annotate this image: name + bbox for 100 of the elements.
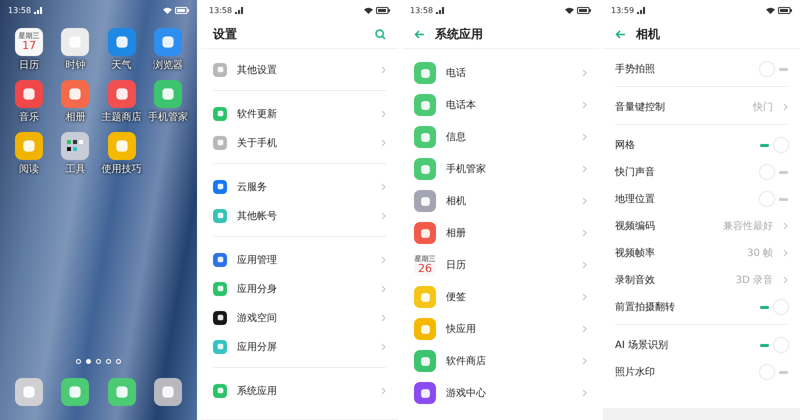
status-time: 13:58 <box>209 6 232 14</box>
chevron-icon <box>582 357 587 365</box>
chevron-icon <box>582 133 587 141</box>
setting-label: 录制音效 <box>615 274 656 286</box>
back-arrow-icon[interactable] <box>414 30 425 38</box>
setting-label: 照片水印 <box>615 366 656 378</box>
chevron-icon <box>381 138 386 146</box>
app-label: 日历 <box>19 59 40 72</box>
list-item[interactable]: 关于手机 <box>213 128 386 157</box>
toggle-switch[interactable] <box>760 192 788 206</box>
page-dot[interactable] <box>96 359 101 364</box>
search-icon[interactable] <box>375 28 386 40</box>
app-icon[interactable] <box>154 378 182 406</box>
list-item[interactable]: 相册 <box>414 217 587 249</box>
battery-icon <box>577 6 591 14</box>
battery-icon <box>175 6 189 14</box>
chevron-icon <box>381 256 386 264</box>
wifi-icon <box>565 6 574 14</box>
chevron-icon <box>381 386 386 394</box>
status-time: 13:58 <box>8 6 32 14</box>
chevron-icon <box>783 102 788 110</box>
chevron-icon <box>381 182 386 190</box>
list-item[interactable]: 电话 <box>414 57 587 89</box>
setting-label: 地理位置 <box>615 192 656 206</box>
list-item[interactable]: 软件更新 <box>213 99 386 128</box>
status-time: 13:59 <box>611 6 634 14</box>
list-item[interactable]: 手机管家 <box>414 153 587 185</box>
app-label: 主题商店 <box>102 110 142 124</box>
setting-label: 视频编码 <box>615 220 656 232</box>
folder-icon[interactable] <box>61 132 90 160</box>
setting-label: 音量键控制 <box>615 100 666 114</box>
chevron-icon <box>381 110 386 118</box>
page-title: 系统应用 <box>435 26 484 42</box>
list-item[interactable]: 系统应用 <box>213 376 386 405</box>
toggle-switch[interactable] <box>760 62 788 76</box>
app-label: 时钟 <box>65 58 86 72</box>
app-icon[interactable] <box>213 310 227 324</box>
list-item[interactable]: 云服务 <box>213 172 386 201</box>
list-item[interactable]: 游戏中心 <box>414 377 587 409</box>
list-item[interactable]: 应用分身 <box>213 274 386 303</box>
setting-label: 手势拍照 <box>615 62 656 76</box>
toggle-switch[interactable] <box>760 164 788 178</box>
toggle-switch[interactable] <box>760 138 788 152</box>
setting-label: AI 场景识别 <box>615 338 669 352</box>
page-dot[interactable] <box>116 359 121 364</box>
app-label: 阅读 <box>19 162 40 176</box>
list-item[interactable]: 快应用 <box>414 313 587 345</box>
app-label: 浏览器 <box>152 58 183 72</box>
app-label: 工具 <box>65 163 86 176</box>
app-label: 相册 <box>65 110 86 124</box>
signal-icon <box>34 6 44 14</box>
chevron-icon <box>381 342 386 350</box>
chevron-icon <box>783 276 788 284</box>
toggle-switch[interactable] <box>760 364 788 378</box>
list-item[interactable]: 软件商店 <box>414 345 587 377</box>
list-item[interactable]: 应用分屏 <box>213 332 386 361</box>
app-label: 音乐 <box>19 110 40 124</box>
chevron-icon <box>582 69 587 77</box>
wifi-icon <box>766 6 775 14</box>
setting-label: 网格 <box>615 138 636 152</box>
back-arrow-icon[interactable] <box>615 30 626 38</box>
chevron-icon <box>381 314 386 322</box>
list-item[interactable]: 相机 <box>414 185 587 217</box>
chevron-icon <box>582 293 587 301</box>
wifi-icon <box>163 6 172 14</box>
chevron-icon <box>582 101 587 109</box>
list-item[interactable]: 应用管理 <box>213 245 386 274</box>
page-dot[interactable] <box>106 359 111 364</box>
list-item[interactable]: 其他帐号 <box>213 201 386 230</box>
signal-icon <box>436 6 446 14</box>
battery-icon <box>778 6 792 14</box>
list-item[interactable]: 电话本 <box>414 89 587 121</box>
toggle-switch[interactable] <box>760 338 788 352</box>
page-title: 设置 <box>213 26 238 42</box>
list-item[interactable]: 游戏空间 <box>213 303 386 332</box>
setting-label: 快门声音 <box>615 166 656 178</box>
setting-label: 前置拍摄翻转 <box>615 300 676 314</box>
signal-icon <box>235 6 246 14</box>
app-label: 使用技巧 <box>102 162 142 176</box>
wifi-icon <box>364 6 373 14</box>
page-title: 相机 <box>636 26 661 42</box>
app-label: 天气 <box>112 59 132 72</box>
chevron-icon <box>381 66 386 74</box>
app-label: 手机管家 <box>148 110 188 124</box>
chevron-icon <box>582 325 587 333</box>
status-time: 13:58 <box>410 6 434 14</box>
list-item[interactable]: 信息 <box>414 121 587 153</box>
chevron-icon <box>381 284 386 292</box>
setting-label: 视频帧率 <box>615 246 656 260</box>
toggle-switch[interactable] <box>760 300 788 314</box>
battery-icon <box>376 6 390 14</box>
chevron-icon <box>783 248 788 256</box>
chevron-icon <box>582 229 587 237</box>
page-dot[interactable] <box>76 359 81 364</box>
list-item[interactable]: 其他设置 <box>213 55 386 84</box>
list-item[interactable]: 便签 <box>414 281 587 313</box>
page-dot[interactable] <box>86 359 91 364</box>
chevron-icon <box>582 261 587 269</box>
chevron-icon <box>582 165 587 173</box>
chevron-icon <box>582 389 587 397</box>
